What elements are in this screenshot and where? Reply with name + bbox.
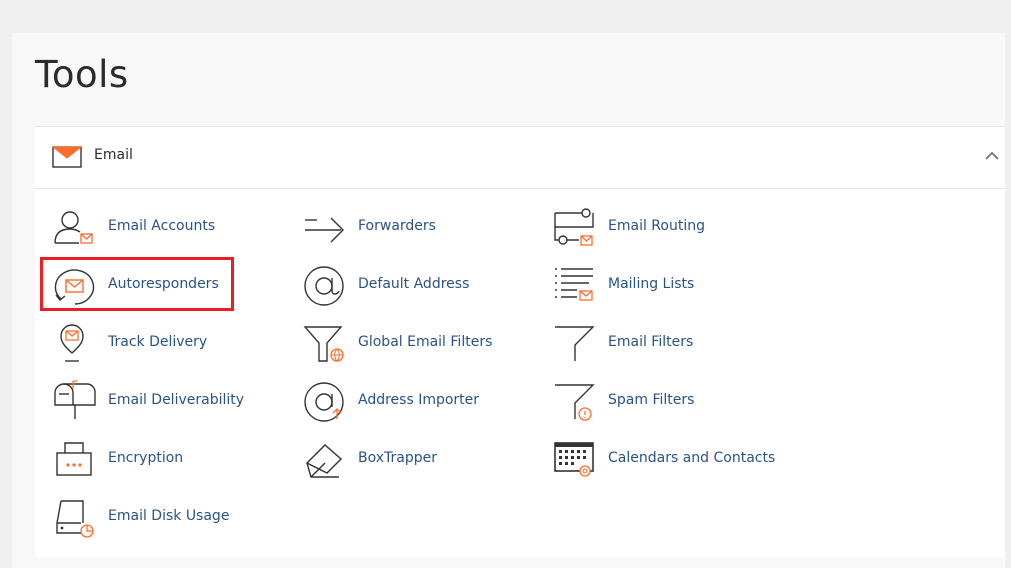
tool-label: BoxTrapper bbox=[358, 450, 437, 466]
envelope-icon bbox=[51, 146, 83, 168]
autoresponders-icon bbox=[54, 269, 95, 305]
tool-email-filters[interactable]: Email Filters bbox=[553, 321, 783, 367]
tool-address-importer[interactable]: Address Importer bbox=[303, 379, 533, 425]
email-section-header[interactable]: Email bbox=[35, 127, 1005, 189]
tool-label: Forwarders bbox=[358, 218, 436, 234]
boxtrapper-icon bbox=[305, 444, 343, 478]
mailing-lists-icon bbox=[555, 268, 593, 301]
tool-boxtrapper[interactable]: BoxTrapper bbox=[303, 437, 533, 483]
tool-spam-filters[interactable]: Spam Filters bbox=[553, 379, 783, 425]
top-band bbox=[0, 0, 1011, 30]
email-routing-icon bbox=[554, 208, 594, 246]
forwarders-icon bbox=[305, 217, 344, 243]
default-address-icon bbox=[304, 266, 344, 306]
chevron-up-icon[interactable] bbox=[985, 151, 999, 161]
tool-calendars-contacts[interactable]: Calendars and Contacts bbox=[553, 437, 783, 483]
page-title: Tools bbox=[35, 53, 129, 96]
section-label: Email bbox=[94, 147, 133, 163]
tool-email-routing[interactable]: Email Routing bbox=[553, 205, 783, 251]
tool-email-deliverability[interactable]: Email Deliverability bbox=[53, 379, 283, 425]
tool-default-address[interactable]: Default Address bbox=[303, 263, 533, 309]
tool-label: Encryption bbox=[108, 450, 184, 466]
tool-label: Calendars and Contacts bbox=[608, 450, 776, 466]
tool-label: Spam Filters bbox=[608, 392, 695, 408]
tool-label: Address Importer bbox=[358, 392, 480, 408]
address-importer-icon bbox=[304, 382, 344, 422]
email-accounts-icon bbox=[54, 211, 93, 244]
email-deliverability-icon bbox=[54, 380, 96, 419]
calendars-contacts-icon bbox=[554, 442, 594, 477]
tool-global-email-filters[interactable]: Global Email Filters bbox=[303, 321, 533, 367]
tool-label: Email Filters bbox=[608, 334, 694, 350]
tool-label: Autoresponders bbox=[108, 276, 219, 292]
tool-mailing-lists[interactable]: Mailing Lists bbox=[553, 263, 783, 309]
tool-label: Email Disk Usage bbox=[108, 508, 230, 524]
tool-track-delivery[interactable]: Track Delivery bbox=[53, 321, 283, 367]
track-delivery-icon bbox=[60, 324, 84, 362]
encryption-icon bbox=[56, 442, 92, 476]
tool-email-disk-usage[interactable]: Email Disk Usage bbox=[53, 495, 283, 541]
tool-email-accounts[interactable]: Email Accounts bbox=[53, 205, 283, 251]
global-email-filters-icon bbox=[303, 326, 344, 362]
email-filters-icon bbox=[555, 326, 595, 361]
email-disk-usage-icon bbox=[56, 500, 94, 538]
tool-label: Email Accounts bbox=[108, 218, 216, 234]
tool-label: Email Deliverability bbox=[108, 392, 245, 408]
tool-label: Mailing Lists bbox=[608, 276, 695, 292]
spam-filters-icon bbox=[555, 384, 595, 421]
tool-label: Email Routing bbox=[608, 218, 705, 234]
tool-label: Track Delivery bbox=[108, 334, 208, 350]
tool-label: Global Email Filters bbox=[358, 334, 493, 350]
tool-autoresponders[interactable]: Autoresponders bbox=[53, 263, 283, 309]
tool-forwarders[interactable]: Forwarders bbox=[303, 205, 533, 251]
tool-label: Default Address bbox=[358, 276, 470, 292]
tool-encryption[interactable]: Encryption bbox=[53, 437, 283, 483]
